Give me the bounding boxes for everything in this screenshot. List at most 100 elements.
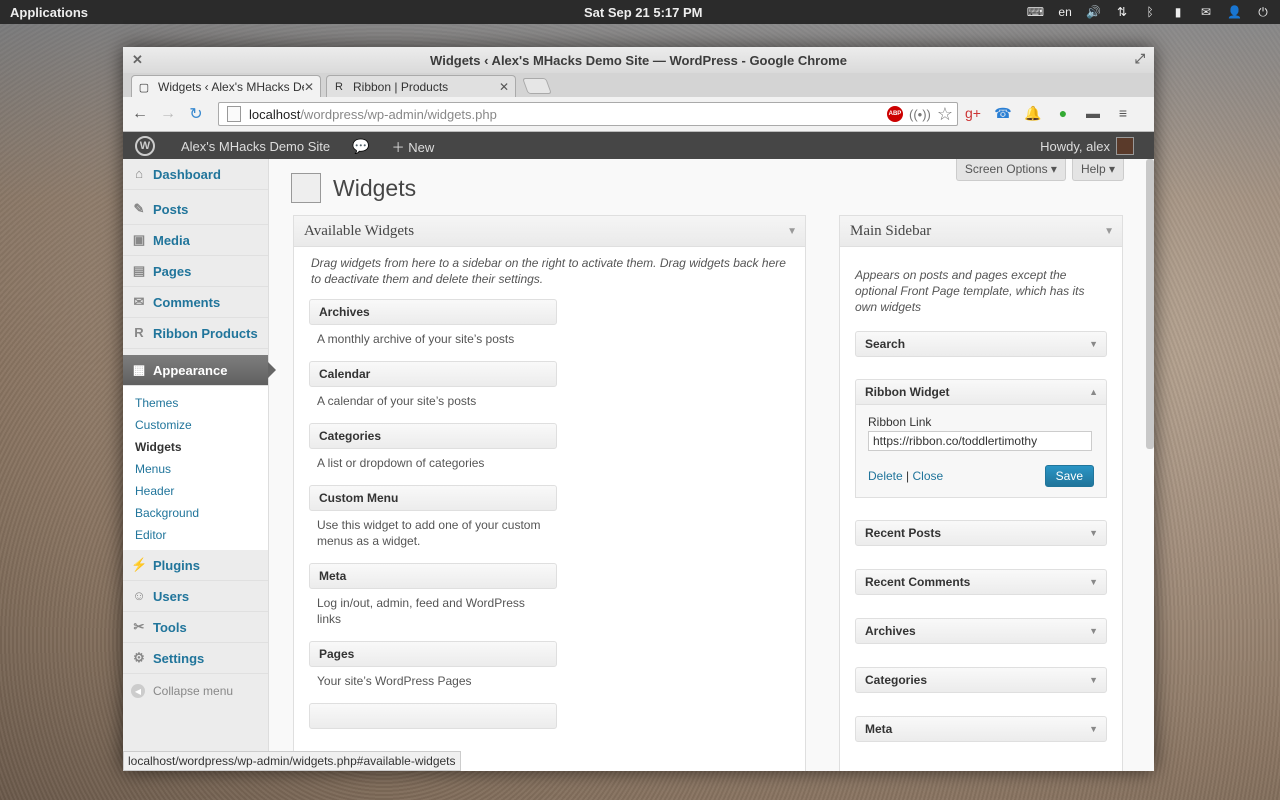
close-window-icon[interactable]: ✕ <box>132 52 143 68</box>
close-link[interactable]: Close <box>913 469 944 483</box>
toggle-arrow-icon[interactable]: ▼ <box>1104 226 1114 237</box>
network-icon[interactable]: ⇅ <box>1115 5 1129 19</box>
site-name-link[interactable]: Alex's MHacks Demo Site <box>181 139 330 154</box>
sidebar-widget-categories[interactable]: Categories ▼ <box>855 667 1107 693</box>
main-sidebar-header[interactable]: Main Sidebar ▼ <box>840 216 1122 247</box>
submenu-widgets[interactable]: Widgets <box>135 436 268 458</box>
submenu-header[interactable]: Header <box>135 480 268 502</box>
admin-area: ⌂ Dashboard ✎ Posts ▣ Media ▤ Pages ✉ Comment… <box>123 159 1154 771</box>
ribbon-link-input[interactable]: https://ribbon.co/toddlertimothy <box>868 431 1092 451</box>
forward-icon[interactable]: → <box>157 105 179 123</box>
widget-meta[interactable]: Meta Log in/out, admin, feed and WordPre… <box>309 563 557 627</box>
menu-label: Plugins <box>153 557 200 573</box>
battery-icon[interactable]: ▮ <box>1171 5 1185 19</box>
help-button[interactable]: Help ▾ <box>1071 159 1124 181</box>
toggle-arrow-icon[interactable]: ▼ <box>787 226 797 237</box>
expand-arrow-icon[interactable]: ▼ <box>1089 528 1098 538</box>
bluetooth-icon[interactable]: ᛒ <box>1143 5 1157 19</box>
broadcast-icon[interactable]: ((•)) <box>909 107 931 122</box>
menu-item-users[interactable]: ☺ Users <box>123 581 268 612</box>
widget-partial[interactable] <box>309 703 557 729</box>
menu-item-media[interactable]: ▣ Media <box>123 225 268 256</box>
phone-icon[interactable]: ☎ <box>993 103 1013 123</box>
menu-item-comments[interactable]: ✉ Comments <box>123 287 268 318</box>
sidebar-widget-search[interactable]: Search ▼ <box>855 331 1107 357</box>
keyboard-icon[interactable]: ⌨ <box>1027 5 1044 19</box>
widget-categories[interactable]: Categories A list or dropdown of categor… <box>309 423 557 471</box>
widget-calendar[interactable]: Calendar A calendar of your site’s posts <box>309 361 557 409</box>
menu-item-appearance[interactable]: ▦ Appearance <box>123 355 276 386</box>
reload-icon[interactable]: ↻ <box>185 104 207 124</box>
adblock-icon[interactable]: ABP <box>886 106 903 122</box>
wordpress-logo-icon[interactable]: W <box>135 136 155 156</box>
maximize-icon[interactable]: ⤢ <box>1135 51 1145 67</box>
bookmark-star-icon[interactable]: ☆ <box>937 104 953 125</box>
menu-item-dashboard[interactable]: ⌂ Dashboard <box>123 159 268 190</box>
menu-item-ribbon-products[interactable]: R Ribbon Products <box>123 318 268 349</box>
expand-arrow-icon[interactable]: ▼ <box>1089 577 1098 587</box>
tab-ribbon-products[interactable]: R Ribbon | Products ✕ <box>326 75 516 97</box>
menu-item-settings[interactable]: ⚙ Settings <box>123 643 268 674</box>
widgets-page-icon <box>291 173 321 203</box>
submenu-editor[interactable]: Editor <box>135 524 268 546</box>
page-header: Widgets <box>291 173 416 203</box>
evernote-icon[interactable]: ● <box>1053 103 1073 123</box>
tab-widgets[interactable]: ▢ Widgets ‹ Alex's MHacks De ✕ <box>131 75 321 97</box>
account-menu[interactable]: Howdy, alex <box>1040 137 1134 155</box>
submenu-customize[interactable]: Customize <box>135 414 268 436</box>
widget-title: Ribbon Widget ▲ <box>855 379 1107 405</box>
applications-menu[interactable]: Applications <box>10 5 88 20</box>
menu-item-pages[interactable]: ▤ Pages <box>123 256 268 287</box>
back-icon[interactable]: ← <box>129 105 151 123</box>
comments-bubble-icon[interactable]: 💬 <box>352 138 369 155</box>
menu-item-tools[interactable]: ✂ Tools <box>123 612 268 643</box>
new-tab-button[interactable] <box>522 78 552 94</box>
sidebar-widget-ribbon[interactable]: Ribbon Widget ▲ Ribbon Link https://ribbo… <box>855 379 1107 498</box>
expand-arrow-icon[interactable]: ▼ <box>1089 626 1098 636</box>
submenu-themes[interactable]: Themes <box>135 392 268 414</box>
clock[interactable]: Sat Sep 21 5:17 PM <box>584 5 703 20</box>
collapse-menu-button[interactable]: ◀ Collapse menu <box>123 674 268 698</box>
expand-arrow-icon[interactable]: ▼ <box>1089 675 1098 685</box>
sidebar-widget-meta[interactable]: Meta ▼ <box>855 716 1107 742</box>
language-indicator[interactable]: en <box>1058 5 1072 19</box>
volume-icon[interactable]: 🔊 <box>1086 5 1101 19</box>
collapse-arrow-icon[interactable]: ▲ <box>1089 387 1098 397</box>
expand-arrow-icon[interactable]: ▼ <box>1089 339 1098 349</box>
pin-icon: ✎ <box>133 201 145 216</box>
submenu-background[interactable]: Background <box>135 502 268 524</box>
bell-icon[interactable]: 🔔 <box>1023 103 1043 123</box>
close-tab-icon[interactable]: ✕ <box>304 80 314 94</box>
widget-archives[interactable]: Archives A monthly archive of your site’… <box>309 299 557 347</box>
widget-pages[interactable]: Pages Your site’s WordPress Pages <box>309 641 557 689</box>
mask-icon[interactable]: ▬ <box>1083 103 1103 123</box>
menu-item-plugins[interactable]: ⚡ Plugins <box>123 550 268 581</box>
widget-title-label: Ribbon Widget <box>865 385 950 399</box>
mail-icon[interactable]: ✉ <box>1199 5 1213 19</box>
menu-label: Posts <box>153 201 189 217</box>
submenu-menus[interactable]: Menus <box>135 458 268 480</box>
page-scrollbar[interactable] <box>1146 159 1154 449</box>
new-content-button[interactable]: ＋ New <box>392 137 435 156</box>
sidebar-widget-recent-posts[interactable]: Recent Posts ▼ <box>855 520 1107 546</box>
close-tab-icon[interactable]: ✕ <box>499 80 509 94</box>
comment-icon: ✉ <box>133 294 145 309</box>
user-icon[interactable]: 👤 <box>1227 5 1242 19</box>
google-plus-icon[interactable]: g+ <box>963 103 983 123</box>
screen-options-button[interactable]: Screen Options ▾ <box>955 159 1066 181</box>
sidebar-widget-recent-comments[interactable]: Recent Comments ▼ <box>855 569 1107 595</box>
chrome-menu-icon[interactable]: ≡ <box>1113 103 1133 123</box>
sidebar-widget-archives[interactable]: Archives ▼ <box>855 618 1107 644</box>
delete-link[interactable]: Delete <box>868 469 903 483</box>
power-icon[interactable]: ⏻ <box>1256 5 1270 20</box>
address-bar[interactable]: localhost/wordpress/wp-admin/widgets.php… <box>218 102 958 126</box>
save-button[interactable]: Save <box>1044 465 1094 487</box>
menu-label: Tools <box>153 619 187 635</box>
menu-item-posts[interactable]: ✎ Posts <box>123 194 268 225</box>
widget-description: A calendar of your site’s posts <box>317 394 477 408</box>
expand-arrow-icon[interactable]: ▼ <box>1089 724 1098 734</box>
widget-custom-menu[interactable]: Custom Menu Use this widget to add one o… <box>309 485 557 549</box>
available-widgets-header[interactable]: Available Widgets ▼ <box>294 216 805 247</box>
menu-label: Pages <box>153 263 192 279</box>
home-icon: ⌂ <box>135 166 143 181</box>
